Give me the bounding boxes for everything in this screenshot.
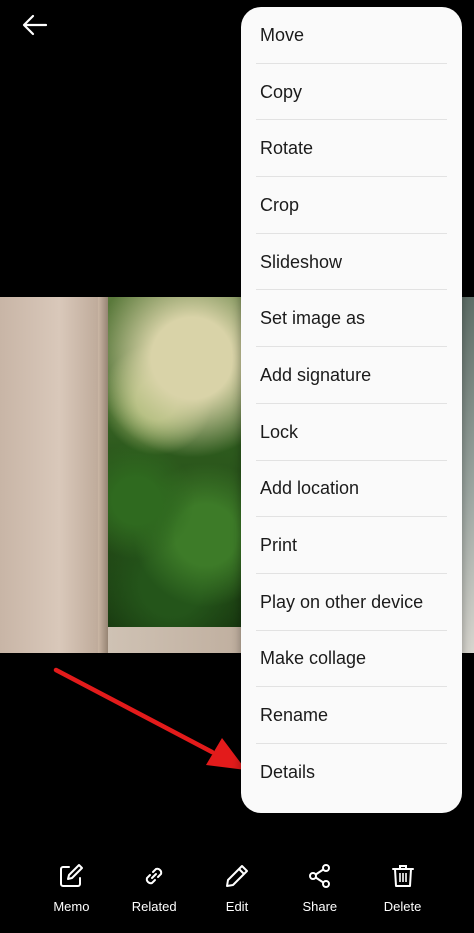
menu-item-print[interactable]: Print (241, 517, 462, 574)
menu-item-copy[interactable]: Copy (241, 64, 462, 121)
memo-button[interactable]: Memo (30, 852, 113, 922)
related-button[interactable]: Related (113, 852, 196, 922)
menu-item-play-on-other-device[interactable]: Play on other device (241, 574, 462, 631)
menu-item-slideshow[interactable]: Slideshow (241, 234, 462, 291)
photo-floor-region (108, 627, 248, 653)
menu-item-add-location[interactable]: Add location (241, 461, 462, 518)
trash-icon (391, 865, 414, 887)
delete-label: Delete (383, 899, 422, 914)
photo-green-wall-region (108, 297, 248, 637)
menu-item-crop[interactable]: Crop (241, 177, 462, 234)
menu-item-move[interactable]: Move (241, 7, 462, 64)
back-button[interactable] (16, 8, 54, 42)
menu-item-add-signature[interactable]: Add signature (241, 347, 462, 404)
edit-button[interactable]: Edit (196, 852, 279, 922)
pencil-icon (225, 865, 248, 887)
menu-item-rename[interactable]: Rename (241, 687, 462, 744)
menu-item-lock[interactable]: Lock (241, 404, 462, 461)
menu-item-details[interactable]: Details (241, 744, 462, 801)
more-options-menu: Move Copy Rotate Crop Slideshow Set imag… (241, 7, 462, 813)
share-button[interactable]: Share (278, 852, 361, 922)
link-icon (146, 867, 163, 885)
memo-icon (60, 864, 84, 887)
delete-button[interactable]: Delete (361, 852, 444, 922)
menu-item-make-collage[interactable]: Make collage (241, 631, 462, 688)
menu-item-set-image-as[interactable]: Set image as (241, 290, 462, 347)
share-label: Share (302, 899, 338, 914)
photo-right-edge-region (462, 297, 474, 653)
edit-label: Edit (225, 899, 249, 914)
menu-item-rotate[interactable]: Rotate (241, 120, 462, 177)
bottom-toolbar: Memo Related Edit Share Delete (0, 852, 474, 922)
share-icon (308, 864, 330, 888)
photo-wall-region (0, 297, 108, 653)
memo-label: Memo (53, 899, 90, 914)
back-arrow-icon (22, 14, 48, 36)
related-label: Related (131, 899, 177, 914)
